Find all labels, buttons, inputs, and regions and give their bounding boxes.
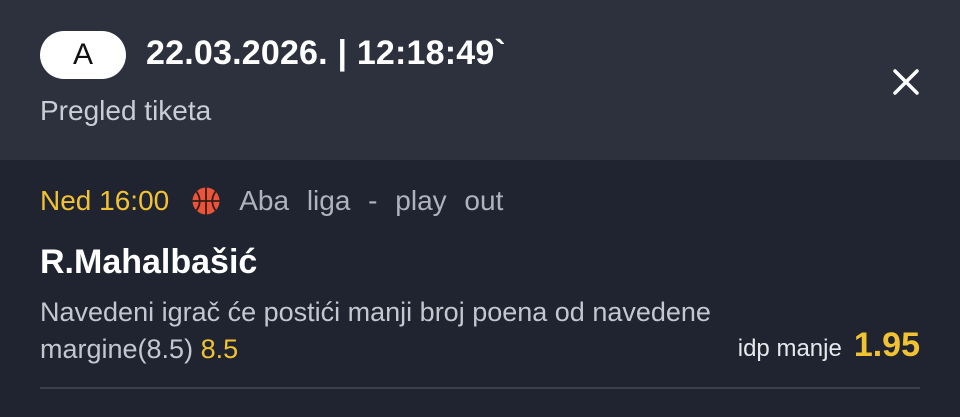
divider <box>40 387 920 389</box>
odds-value: 1.95 <box>853 326 920 364</box>
bet-margin: 8.5 <box>200 334 239 364</box>
ticket-type-badge: A <box>40 31 126 79</box>
bet-description-text: Navedeni igrač će postići manji broj poe… <box>40 297 711 364</box>
ticket-header: A 22.03.2026. | 12:18:49` Pregled tiketa <box>0 0 960 160</box>
player-name: R.Mahalbašić <box>40 243 258 281</box>
ticket-content: Ned 16:00 Aba liga - play out R.Mahalbaš… <box>0 160 960 417</box>
odds: idp manje 1.95 <box>738 326 920 365</box>
close-icon[interactable] <box>886 62 926 102</box>
league-name: Aba liga - play out <box>239 185 504 216</box>
match-meta: Ned 16:00 Aba liga - play out <box>40 183 503 219</box>
match-time: Ned 16:00 <box>40 185 170 216</box>
basketball-icon <box>191 186 221 216</box>
page-subtitle: Pregled tiketa <box>40 95 212 126</box>
ticket-datetime: 22.03.2026. | 12:18:49` <box>146 34 507 72</box>
odds-label: idp manje <box>737 335 842 362</box>
bet-description: Navedeni igrač će postići manji broj poe… <box>40 294 720 368</box>
